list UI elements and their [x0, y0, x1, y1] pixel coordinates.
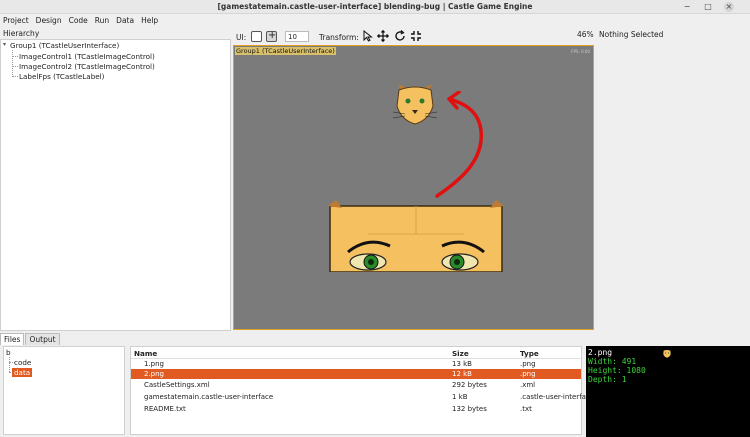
menu-project[interactable]: Project: [3, 14, 29, 27]
tree-item-imagecontrol2[interactable]: ImageControl2 (TCastleImageControl): [19, 62, 155, 71]
files-scrollbar[interactable]: [582, 347, 583, 436]
menu-design[interactable]: Design: [36, 14, 62, 27]
file-name: 1.png: [144, 360, 165, 368]
tree-connector: [12, 50, 13, 77]
file-size: 292 bytes: [452, 381, 487, 389]
tree-item-code[interactable]: code: [14, 358, 31, 367]
file-size: 1 kB: [452, 393, 468, 401]
files-header: Name Size Type: [131, 347, 581, 359]
tree-connector: [12, 56, 18, 57]
file-size: 13 kB: [452, 360, 472, 368]
scale-icon[interactable]: [410, 30, 422, 45]
title-bar: [gamestatemain.castle-user-interface] bl…: [0, 0, 750, 14]
fps-label: FPS: 0.00: [571, 49, 590, 54]
zoom-level: 46%: [577, 30, 594, 39]
files-list[interactable]: Name Size Type 1.png 13 kB .png 2.png 12…: [130, 346, 586, 436]
maximize-button[interactable]: □: [703, 2, 713, 12]
column-size[interactable]: Size: [452, 349, 469, 358]
ui-add-mode-button[interactable]: +: [266, 30, 277, 42]
file-preview-panel: 2.png Width: 491 Height: 1080 Depth: 1: [586, 346, 750, 437]
menu-data[interactable]: Data: [116, 14, 134, 27]
menu-bar: Project Design Code Run Data Help: [0, 14, 750, 27]
tree-item-group1[interactable]: Group1 (TCastleUserInterface): [10, 41, 119, 50]
files-tree[interactable]: b code data: [3, 346, 125, 435]
tree-item-data[interactable]: data: [12, 368, 33, 377]
tree-item-labelfps[interactable]: LabelFps (TCastleLabel): [19, 72, 105, 81]
table-row[interactable]: 2.png 12 kB .png: [131, 369, 581, 379]
file-name: README.txt: [144, 405, 186, 413]
snap-spin-edit[interactable]: 10: [285, 31, 309, 42]
tree-item-imagecontrol1[interactable]: ImageControl1 (TCastleImageControl): [19, 52, 155, 61]
selection-status: Nothing Selected: [599, 30, 664, 39]
tree-connector: [12, 66, 18, 67]
tree-connector: [9, 357, 10, 372]
file-name: gamestatemain.castle-user-interface: [144, 393, 274, 401]
transform-label: Transform:: [319, 33, 359, 42]
select-arrow-icon[interactable]: [362, 29, 374, 45]
red-arrow-annotation: [435, 91, 483, 198]
preview-thumbnail-image: [663, 350, 671, 358]
file-name: 2.png: [144, 370, 165, 378]
table-row[interactable]: README.txt 132 bytes .txt: [131, 404, 581, 414]
move-icon[interactable]: [377, 30, 389, 45]
design-viewport[interactable]: Group1 (TCastleUserInterface) FPS: 0.00: [233, 45, 594, 330]
file-type: .xml: [520, 381, 536, 389]
preview-filename: 2.png: [588, 348, 613, 357]
table-row[interactable]: 1.png 13 kB .png: [131, 359, 581, 369]
file-size: 12 kB: [452, 370, 472, 378]
minimize-button[interactable]: −: [682, 2, 692, 12]
inspector-panel: [596, 45, 750, 330]
preview-depth: Depth: 1: [588, 375, 627, 384]
menu-code[interactable]: Code: [69, 14, 88, 27]
large-cat-image[interactable]: [328, 200, 504, 272]
tab-output[interactable]: Output: [25, 333, 60, 345]
ui-label: UI:: [236, 33, 247, 42]
table-row[interactable]: CastleSettings.xml 292 bytes .xml: [131, 380, 581, 390]
plus-icon: +: [268, 30, 277, 41]
tree-item-root[interactable]: b: [6, 348, 11, 357]
file-size: 132 bytes: [452, 405, 487, 413]
expand-chevron-icon[interactable]: ▾: [3, 41, 6, 48]
file-type: .txt: [520, 405, 532, 413]
bottom-tabs: Files Output: [0, 333, 61, 345]
file-name: CastleSettings.xml: [144, 381, 210, 389]
ui-select-mode-button[interactable]: [251, 31, 262, 42]
design-toolbar: UI: + 10 Transform:: [233, 27, 595, 45]
window-title: [gamestatemain.castle-user-interface] bl…: [217, 2, 533, 11]
rotate-icon[interactable]: [394, 30, 406, 45]
table-row[interactable]: gamestatemain.castle-user-interface 1 kB…: [131, 392, 586, 402]
close-button[interactable]: ×: [724, 2, 734, 12]
tab-files[interactable]: Files: [0, 333, 25, 345]
file-type: .png: [520, 370, 536, 378]
tree-connector: [12, 76, 18, 77]
preview-height: Height: 1080: [588, 366, 646, 375]
file-type: .castle-user-interfa: [520, 393, 586, 401]
hierarchy-label: Hierarchy: [3, 29, 40, 38]
group-label: Group1 (TCastleUserInterface): [235, 47, 336, 55]
file-type: .png: [520, 360, 536, 368]
preview-width: Width: 491: [588, 357, 637, 366]
hierarchy-tree[interactable]: ▾ Group1 (TCastleUserInterface) ImageCon…: [0, 39, 231, 331]
column-type[interactable]: Type: [520, 349, 539, 358]
menu-help[interactable]: Help: [141, 14, 158, 27]
menu-run[interactable]: Run: [95, 14, 109, 27]
column-name[interactable]: Name: [134, 349, 157, 358]
